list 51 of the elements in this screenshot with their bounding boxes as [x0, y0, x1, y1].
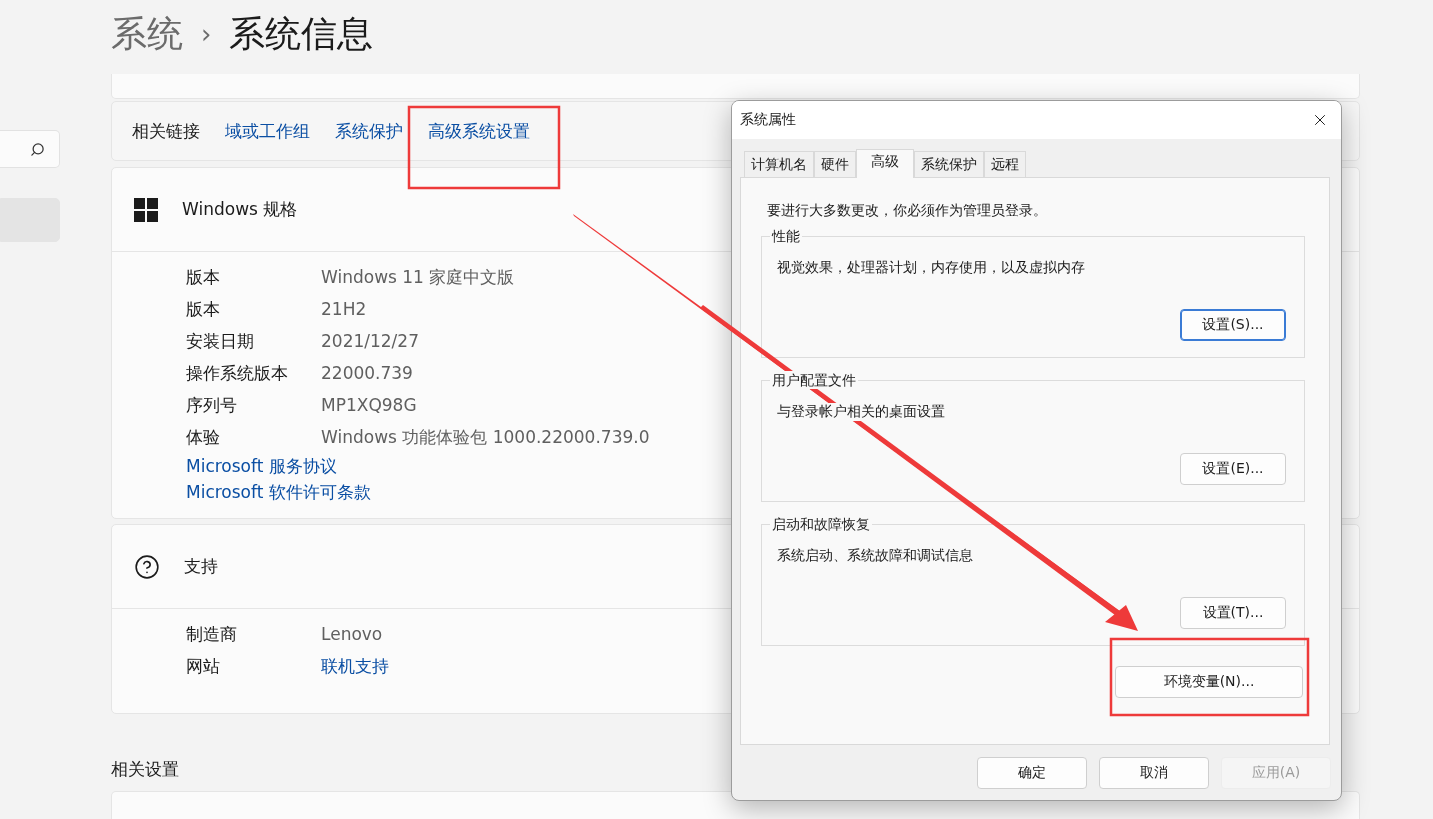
page-title: 系统信息 [229, 11, 374, 56]
dialog-button[interactable]: 取消 [1099, 757, 1209, 789]
dialog-tab[interactable]: 计算机名 [744, 151, 814, 177]
spec-label: 安装日期 [186, 329, 255, 353]
settings-button[interactable]: 设置(T)... [1180, 597, 1286, 629]
card-title: Windows 规格 [182, 198, 298, 222]
group-description: 与登录帐户相关的桌面设置 [777, 403, 945, 421]
dialog-tab[interactable]: 系统保护 [914, 151, 984, 177]
settings-button[interactable]: 设置(S)... [1180, 309, 1286, 341]
support-label: 网站 [186, 654, 221, 678]
group-description: 视觉效果，处理器计划，内存使用，以及虚拟内存 [777, 259, 1085, 277]
spec-label: 体验 [186, 425, 221, 449]
related-links-label: 相关链接 [132, 119, 200, 143]
spec-value: MP1XQ98G [321, 395, 417, 416]
help-icon [134, 553, 160, 580]
spec-value: 2021/12/27 [321, 331, 419, 352]
windows-logo-icon [134, 197, 158, 222]
related-link[interactable]: 系统保护 [335, 119, 403, 143]
group-title: 启动和故障恢复 [770, 515, 872, 533]
related-link[interactable]: 高级系统设置 [428, 119, 530, 143]
settings-button[interactable]: 设置(E)... [1180, 453, 1286, 485]
dialog-button[interactable]: 确定 [977, 757, 1087, 789]
breadcrumb-separator: › [201, 19, 212, 50]
spec-value: Windows 11 家庭中文版 [321, 265, 515, 289]
section-title: 相关设置 [111, 758, 179, 782]
admin-notice: 要进行大多数更改，你必须作为管理员登录。 [766, 202, 1048, 220]
search-icon [30, 141, 45, 157]
support-link[interactable]: 联机支持 [321, 654, 389, 678]
spec-value: 21H2 [321, 299, 367, 320]
spec-label: 序列号 [186, 393, 238, 417]
environment-variables-button[interactable]: 环境变量(N)... [1115, 666, 1303, 698]
dialog-tab[interactable]: 硬件 [814, 151, 856, 177]
dialog-tab[interactable]: 远程 [984, 151, 1026, 177]
support-value: Lenovo [321, 624, 383, 645]
spec-label: 版本 [186, 265, 221, 289]
card-title: 支持 [184, 555, 218, 579]
search-field[interactable] [0, 130, 60, 168]
support-label: 制造商 [186, 622, 238, 646]
spec-label: 操作系统版本 [186, 361, 289, 385]
breadcrumb-parent[interactable]: 系统 [111, 9, 183, 59]
spec-label: 版本 [186, 297, 221, 321]
group-title: 用户配置文件 [770, 371, 858, 389]
agreement-link[interactable]: Microsoft 软件许可条款 [186, 480, 371, 504]
spec-value: Windows 功能体验包 1000.22000.739.0 [321, 425, 650, 449]
dialog-tab[interactable]: 高级 [856, 149, 914, 178]
group-title: 性能 [770, 227, 802, 245]
related-link[interactable]: 域或工作组 [225, 119, 310, 143]
dialog-title: 系统属性 [740, 111, 796, 129]
agreement-link[interactable]: Microsoft 服务协议 [186, 454, 337, 478]
group-description: 系统启动、系统故障和调试信息 [777, 547, 973, 565]
spec-value: 22000.739 [321, 363, 413, 384]
